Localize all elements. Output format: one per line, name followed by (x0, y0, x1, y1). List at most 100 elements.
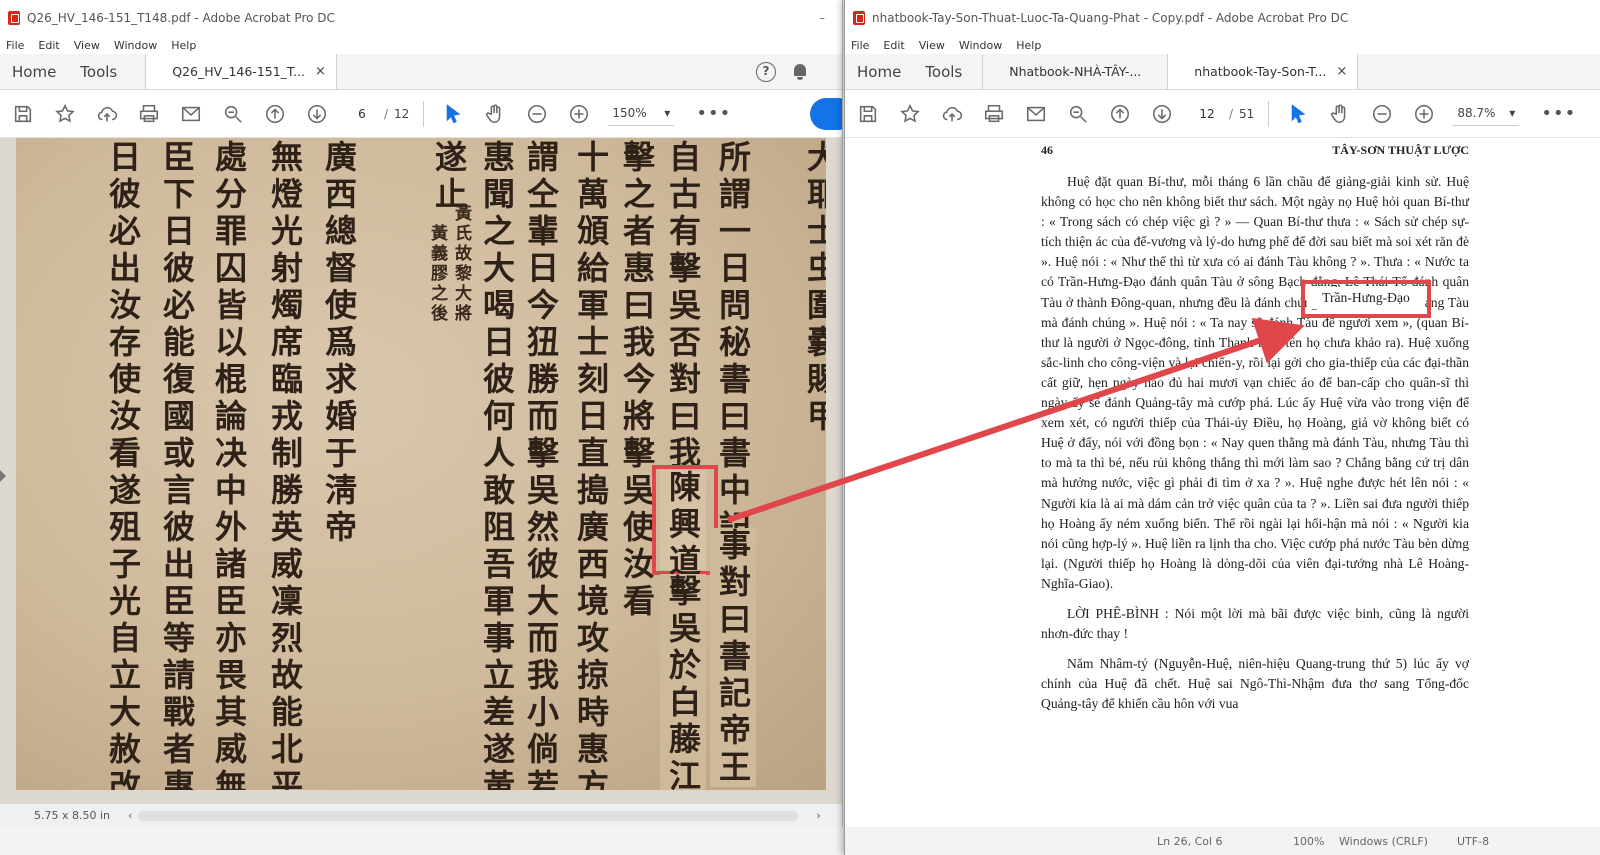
cloud-upload-icon[interactable] (94, 101, 120, 127)
page-number-input[interactable] (1191, 102, 1223, 125)
minimize-button[interactable]: – (802, 11, 842, 25)
right-document-viewer[interactable]: 46 TÂY-SƠN THUẬT LƯỢC Huệ đặt quan Bí-th… (845, 139, 1600, 827)
menu-edit[interactable]: Edit (38, 39, 59, 52)
running-head: TÂY-SƠN THUẬT LƯỢC (1332, 143, 1469, 157)
help-icon[interactable]: ? (756, 61, 776, 82)
pdf-app-icon (8, 11, 20, 25)
cloud-upload-icon[interactable] (939, 101, 965, 127)
hand-tool-icon[interactable] (1327, 101, 1353, 127)
scan-column: 謂仝輩日今狃勝而擊吳然彼大而我小倘若不 (522, 140, 560, 790)
scan-column: 遂止 (430, 140, 468, 214)
save-icon[interactable] (855, 101, 881, 127)
page-number: 46 (1041, 143, 1053, 157)
status-encoding: UTF-8 (1457, 834, 1490, 848)
mail-icon[interactable] (1023, 101, 1049, 127)
doc-tab-active[interactable]: nhatbook-Tay-Son-T... × (1167, 54, 1359, 89)
side-panel-expand-icon[interactable] (0, 470, 6, 482)
body-paragraph: Huệ đặt quan Bí-thư, mỗi tháng 6 lần chầ… (1041, 174, 1469, 591)
scan-tail-chars: 擊吳於白藤江 (660, 574, 706, 790)
pdf-app-icon (853, 11, 865, 25)
left-titlebar: Q26_HV_146-151_T148.pdf - Adobe Acrobat … (0, 0, 842, 36)
status-position: Ln 26, Col 6 (1157, 834, 1223, 848)
scan-small-column: 黃氏故黎大將 (451, 204, 471, 324)
zoom-select[interactable]: 150% ▾ (608, 102, 675, 126)
scan-column: 處分罪囚皆以棍論决中外諸臣亦畏其威無敢 (210, 140, 248, 790)
doc-tab-label: Nhatbook-NHÀ-TÂY-... (1009, 64, 1142, 79)
page-header: 46 TÂY-SƠN THUẬT LƯỢC (1041, 143, 1469, 158)
bookmark-star-icon[interactable] (52, 101, 78, 127)
nav-tools[interactable]: Tools (68, 54, 129, 89)
zoom-search-icon[interactable] (220, 101, 246, 127)
menu-help[interactable]: Help (171, 39, 196, 52)
page-number-input[interactable] (346, 102, 378, 125)
page-navigator: / 12 (346, 102, 410, 125)
mail-icon[interactable] (178, 101, 204, 127)
share-user-button[interactable] (810, 97, 842, 130)
left-document-viewer[interactable]: 大耶士虫圍嚢賜甲 所謂一日問秘書曰書中記 自古有擊吳否對曰我國 擊之者惠曰我今將… (0, 138, 842, 803)
menu-view[interactable]: View (74, 39, 100, 52)
zoom-out-icon[interactable] (524, 101, 550, 127)
nav-home[interactable]: Home (0, 54, 68, 89)
menu-window[interactable]: Window (959, 39, 1002, 52)
chevron-down-icon: ▾ (664, 106, 671, 120)
scan-column: 十萬頒給軍士刻日直搗廣西境攻掠時惠方 (572, 140, 610, 790)
right-menubar: File Edit View Window Help (845, 36, 1600, 54)
chevron-down-icon: ▾ (1509, 106, 1516, 120)
doc-tab-label: nhatbook-Tay-Son-T... (1194, 64, 1327, 79)
select-cursor-icon[interactable] (1285, 101, 1311, 127)
scroll-right-arrow[interactable]: › (816, 809, 820, 822)
scan-small-column: 黃義膠之後 (427, 224, 447, 324)
right-window-title: nhatbook-Tay-Son-Thuat-Luoc-Ta-Quang-Pha… (872, 11, 1349, 25)
zoom-in-icon[interactable] (1411, 101, 1437, 127)
right-statusbar: Ln 26, Col 6 100% Windows (CRLF) UTF-8 (845, 827, 1600, 855)
print-icon[interactable] (136, 101, 162, 127)
zoom-select[interactable]: 88.7% ▾ (1453, 102, 1520, 126)
menu-window[interactable]: Window (114, 39, 157, 52)
left-tabbar: Home Tools Q26_HV_146-151_T... × ? (0, 54, 842, 90)
page-dimensions: 5.75 x 8.50 in (34, 809, 111, 822)
tab-close-icon[interactable]: × (1336, 64, 1347, 79)
left-toolbar: / 12 150% ▾ ••• (0, 90, 842, 138)
pdf-page: 46 TÂY-SƠN THUẬT LƯỢC Huệ đặt quan Bí-th… (1041, 139, 1469, 718)
more-tools-icon[interactable]: ••• (1541, 103, 1576, 124)
menu-help[interactable]: Help (1016, 39, 1041, 52)
scanned-page-image: 大耶士虫圍嚢賜甲 所謂一日問秘書曰書中記 自古有擊吳否對曰我國 擊之者惠曰我今將… (16, 138, 826, 790)
scan-column: 廣西總督使爲求婚于淸帝 (320, 140, 358, 547)
page-up-icon[interactable] (262, 101, 288, 127)
doc-tab[interactable]: Nhatbook-NHÀ-TÂY-... (982, 54, 1168, 89)
more-tools-icon[interactable]: ••• (696, 103, 731, 124)
page-up-icon[interactable] (1107, 101, 1133, 127)
nav-tools[interactable]: Tools (913, 54, 974, 89)
menu-view[interactable]: View (919, 39, 945, 52)
right-tabbar: Home Tools Nhatbook-NHÀ-TÂY-... nhatbook… (845, 54, 1600, 90)
menu-edit[interactable]: Edit (883, 39, 904, 52)
left-acrobat-window: Q26_HV_146-151_T148.pdf - Adobe Acrobat … (0, 0, 843, 855)
body-paragraph: Năm Nhâm-tý (Nguyễn-Huệ, niên-hiệu Quang… (1041, 656, 1469, 712)
hand-tool-icon[interactable] (482, 101, 508, 127)
page-navigator: / 51 (1191, 102, 1255, 125)
bookmark-star-icon[interactable] (897, 101, 923, 127)
nav-home[interactable]: Home (845, 54, 913, 89)
zoom-out-icon[interactable] (1369, 101, 1395, 127)
save-icon[interactable] (10, 101, 36, 127)
status-zoom: 100% (1293, 834, 1325, 848)
page-total: 51 (1239, 106, 1255, 121)
doc-tab-active[interactable]: Q26_HV_146-151_T... × (145, 54, 337, 89)
horizontal-scrollbar[interactable] (138, 810, 799, 821)
highlighted-text: Trần-Hưng-Đạo (1307, 287, 1425, 309)
zoom-search-icon[interactable] (1065, 101, 1091, 127)
select-cursor-icon[interactable] (440, 101, 466, 127)
notification-bell-icon[interactable] (792, 63, 808, 81)
page-down-icon[interactable] (1149, 101, 1175, 127)
menu-file[interactable]: File (851, 39, 869, 52)
highlighted-chars: 陳興道 (660, 470, 706, 581)
print-icon[interactable] (981, 101, 1007, 127)
scan-column: 惠聞之大喝日彼何人敢阻吾軍事立差遂黃氏 (478, 140, 516, 790)
tab-close-icon[interactable]: × (315, 64, 326, 79)
scan-column: 大耶士虫圍嚢賜甲 (802, 140, 826, 436)
zoom-in-icon[interactable] (566, 101, 592, 127)
page-down-icon[interactable] (304, 101, 330, 127)
page-total: 12 (394, 106, 410, 121)
menu-file[interactable]: File (6, 39, 24, 52)
scroll-left-arrow[interactable]: ‹ (128, 809, 132, 822)
